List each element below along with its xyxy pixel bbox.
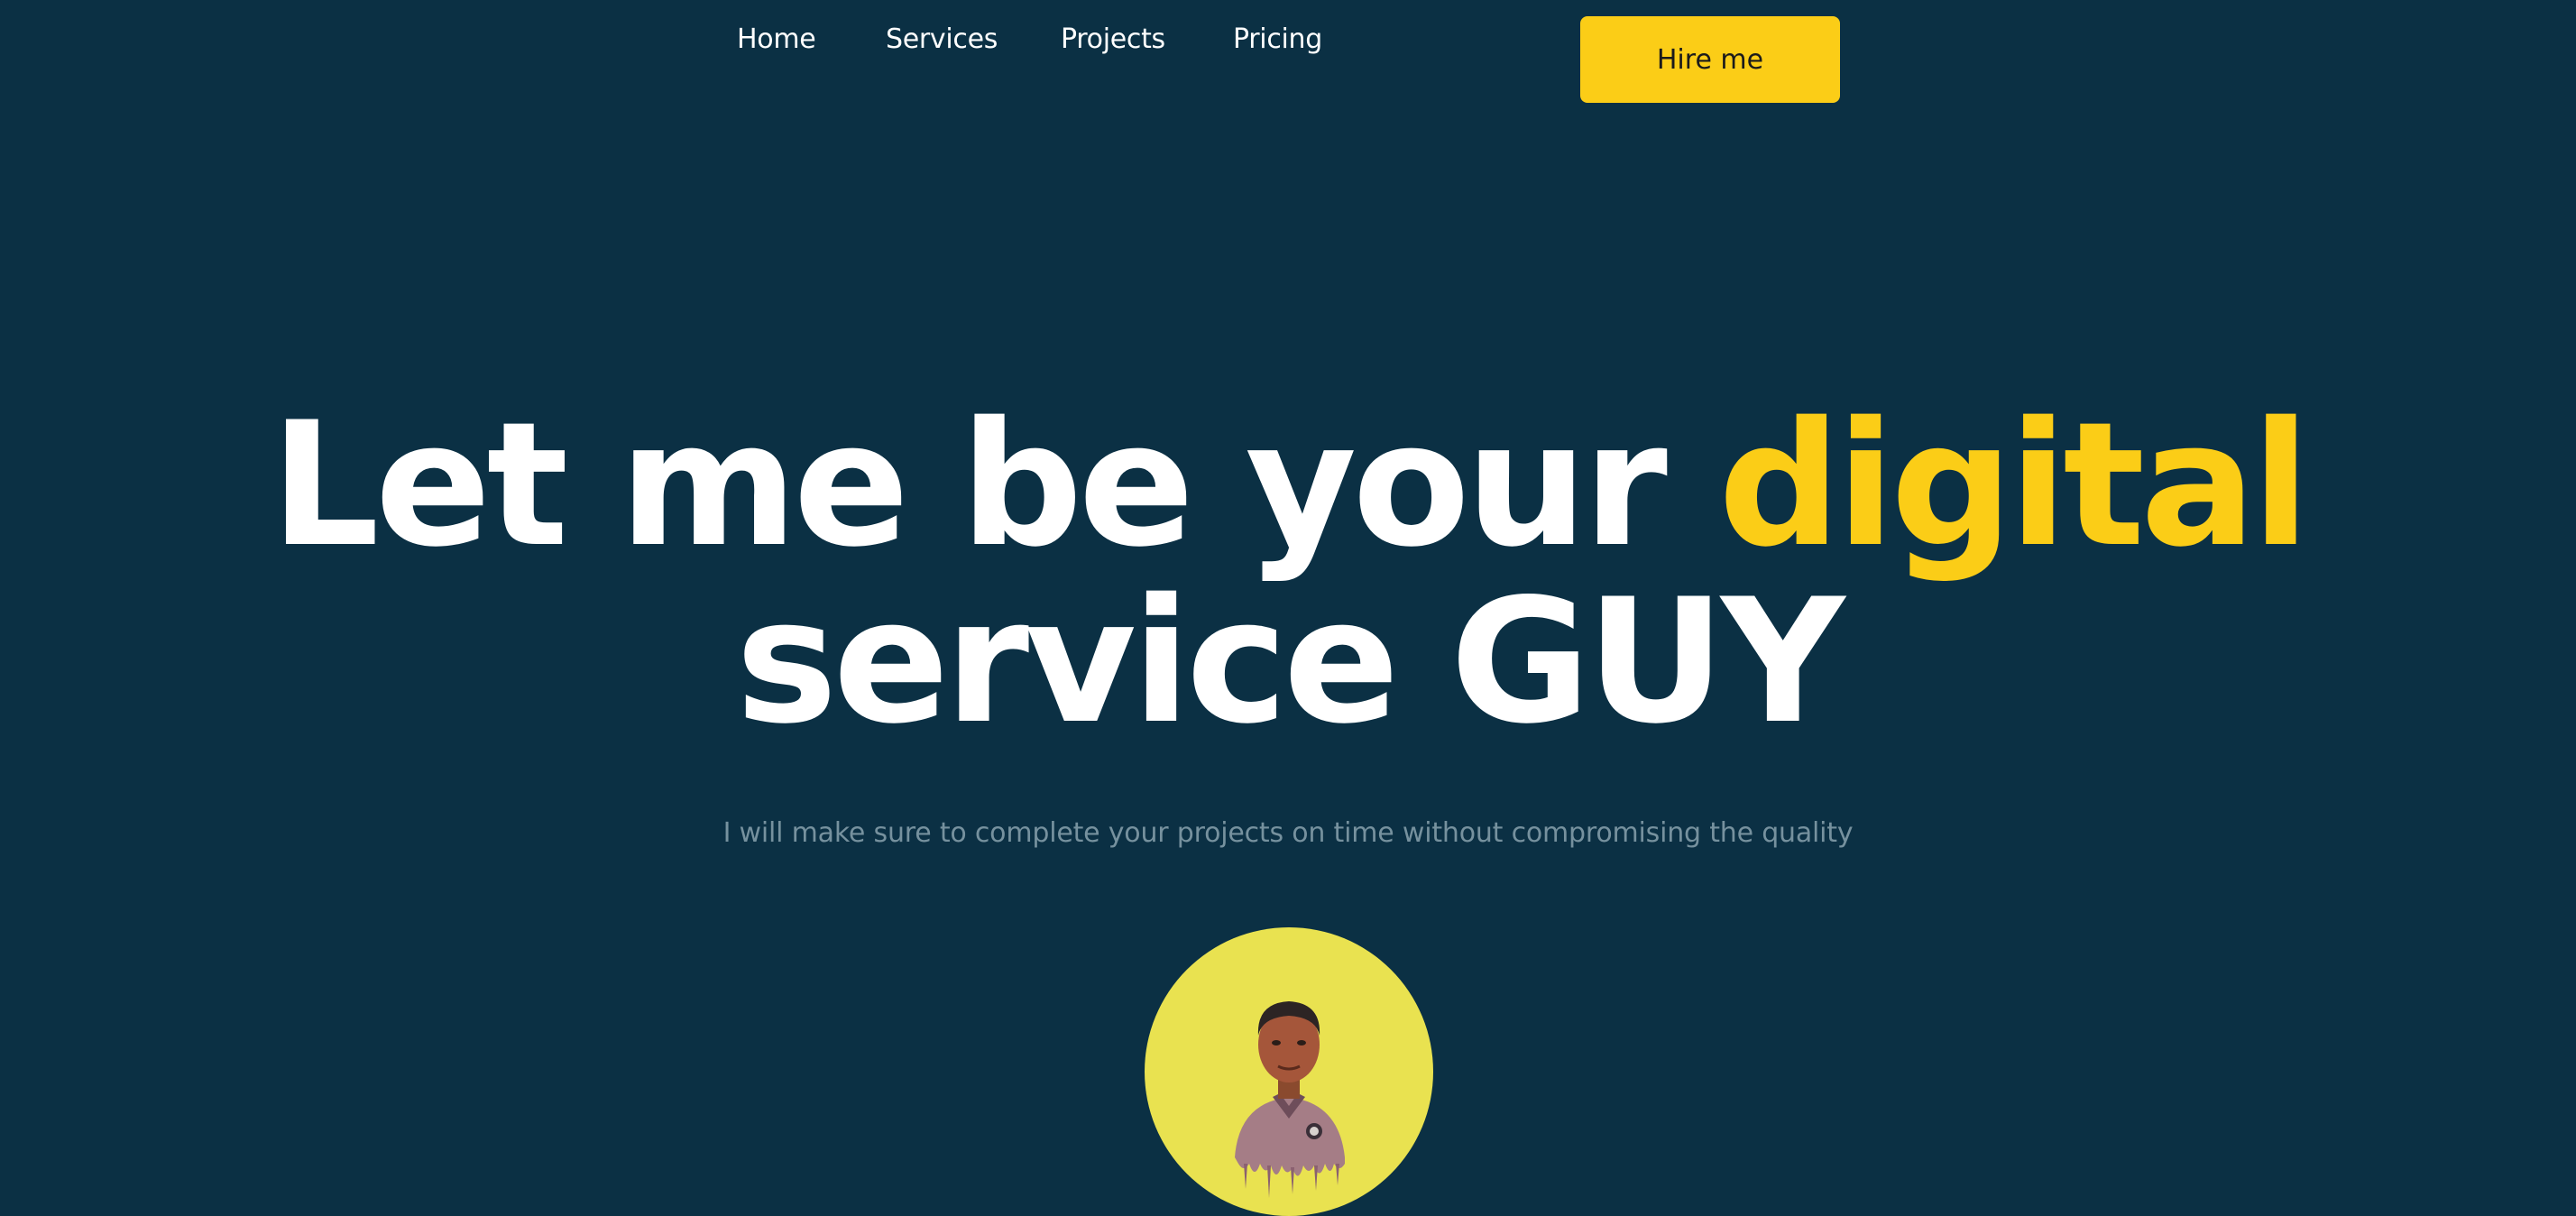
nav-services-link[interactable]: Services [886, 23, 998, 56]
hero-title-part1: Let me be your [270, 385, 1718, 585]
hero-title: Let me be your digital service GUY [0, 397, 2576, 751]
hero-subtitle: I will make sure to complete your projec… [722, 817, 1854, 849]
hire-me-button[interactable]: Hire me [1580, 16, 1840, 103]
nav-projects-link[interactable]: Projects [1061, 23, 1165, 56]
person-portrait-icon [1235, 1001, 1345, 1198]
hero-title-highlight: digital [1717, 385, 2310, 585]
main-nav: Home Services Projects Pricing [0, 23, 2576, 78]
nav-home-link[interactable]: Home [737, 23, 816, 56]
avatar [1145, 927, 1433, 1216]
hero-title-part2: service GUY [735, 562, 1845, 761]
nav-pricing-link[interactable]: Pricing [1233, 23, 1322, 56]
